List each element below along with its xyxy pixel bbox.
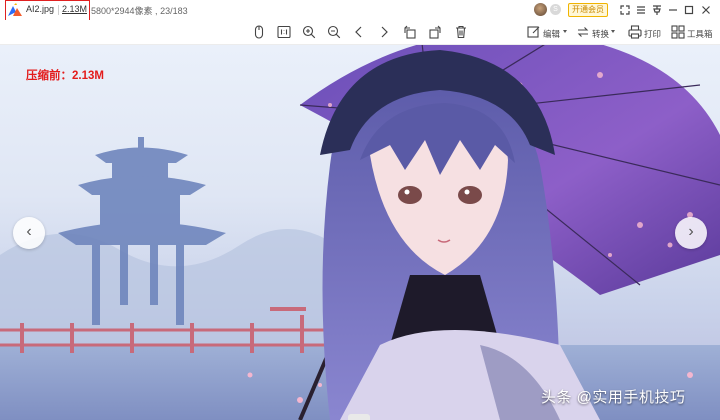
rotate-right-icon[interactable] — [427, 24, 443, 40]
mouse-icon[interactable] — [251, 24, 267, 40]
actual-size-icon[interactable] — [276, 24, 292, 40]
zoom-out-icon[interactable] — [326, 24, 342, 40]
image-viewer-canvas[interactable]: 压缩前：2.13M ‹ › 头条 @实用手机技巧 — [0, 45, 720, 420]
status-badge: S — [550, 4, 561, 15]
next-icon[interactable] — [376, 24, 392, 40]
anime-girl-umbrella-image — [0, 45, 720, 420]
close-icon[interactable] — [699, 3, 713, 17]
toolbox-icon[interactable] — [670, 24, 686, 40]
toolbar: 编辑 转换 打印 工具箱 — [0, 20, 720, 45]
zoom-in-icon[interactable] — [301, 24, 317, 40]
highlight-annotation-box — [5, 0, 90, 21]
vip-button[interactable]: 开通会员 — [568, 3, 608, 17]
file-info: 5800*2944像素 , 23/183 — [91, 6, 188, 16]
rotate-left-icon[interactable] — [402, 24, 418, 40]
delete-icon[interactable] — [453, 24, 469, 40]
maximize-icon[interactable] — [682, 3, 696, 17]
menu-icon[interactable] — [634, 3, 648, 17]
print-label[interactable]: 打印 — [644, 28, 661, 40]
convert-label[interactable]: 转换 — [592, 28, 609, 40]
pin-icon[interactable] — [650, 3, 664, 17]
chevron-down-icon[interactable] — [611, 30, 615, 33]
user-avatar[interactable] — [534, 3, 547, 16]
previous-image-button[interactable]: ‹ — [13, 217, 45, 249]
expand-icon[interactable] — [618, 3, 632, 17]
prev-icon[interactable] — [351, 24, 367, 40]
chevron-down-icon[interactable] — [563, 30, 567, 33]
edit-label[interactable]: 编辑 — [543, 28, 560, 40]
print-icon[interactable] — [627, 24, 643, 40]
image-dimensions: 5800*2944像素 — [91, 6, 153, 16]
watermark-text: 头条 @实用手机技巧 — [541, 389, 686, 406]
convert-icon[interactable] — [575, 24, 591, 40]
title-bar: AI2.jpg 2.13M 5800*2944像素 , 23/183 S 开通会… — [0, 0, 720, 21]
edit-icon[interactable] — [526, 24, 542, 40]
minimize-icon[interactable] — [666, 3, 680, 17]
image-index: 23/183 — [160, 6, 188, 16]
thumbnail-toggle-handle[interactable] — [348, 414, 370, 420]
compress-size-annotation: 压缩前：2.13M — [26, 70, 104, 82]
toolbox-label[interactable]: 工具箱 — [687, 28, 713, 40]
next-image-button[interactable]: › — [675, 217, 707, 249]
